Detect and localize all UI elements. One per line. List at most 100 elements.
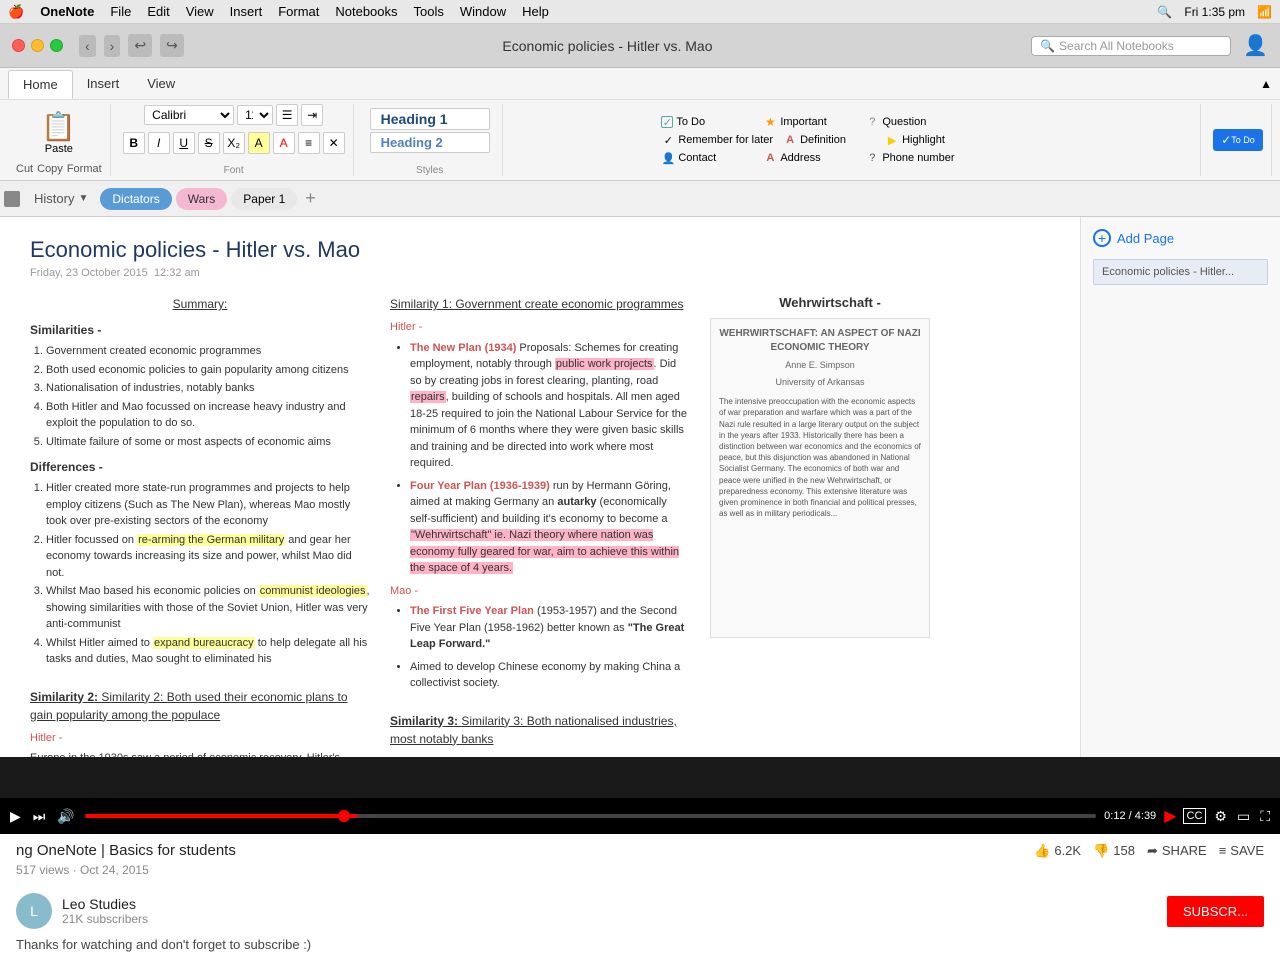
align-button[interactable]: ≡ bbox=[298, 132, 320, 154]
redo-button[interactable]: ↪ bbox=[160, 34, 184, 57]
remember-tag-label: Remember for later bbox=[678, 134, 773, 146]
highlight-public-work: public work projects bbox=[555, 358, 654, 370]
like-button[interactable]: 👍 6.2K bbox=[1034, 843, 1081, 859]
notebook-icon bbox=[4, 191, 20, 207]
sim3-hitler-label: Hitler - bbox=[390, 754, 690, 758]
list-item: Whilst Hitler aimed to expand bureaucrac… bbox=[46, 635, 370, 668]
volume-button[interactable]: 🔊 bbox=[55, 806, 76, 827]
tab-home[interactable]: Home bbox=[8, 70, 73, 99]
fullscreen-button[interactable]: ⛶ bbox=[1258, 806, 1272, 827]
address-tag[interactable]: A Address bbox=[759, 150, 859, 166]
important-tag[interactable]: ★ Important bbox=[759, 114, 859, 130]
highlight-text: re-arming the German military bbox=[137, 534, 285, 546]
tab-dictators[interactable]: Dictators bbox=[100, 188, 171, 210]
contact-tag[interactable]: 👤 Contact bbox=[657, 150, 757, 166]
skip-button[interactable]: ⏭ bbox=[31, 806, 48, 827]
list-item: Hitler created more state-run programmes… bbox=[46, 480, 370, 530]
menu-tools[interactable]: Tools bbox=[414, 4, 444, 19]
highlight-tag[interactable]: ▶ Highlight bbox=[881, 132, 981, 148]
youtube-info: ng OneNote | Basics for students 👍 6.2K … bbox=[0, 834, 1280, 885]
apple-menu[interactable]: 🍎 bbox=[8, 4, 24, 20]
undo-button[interactable]: ↩ bbox=[128, 34, 152, 57]
font-color-button[interactable]: A bbox=[273, 132, 295, 154]
bold-button[interactable]: B bbox=[123, 132, 145, 154]
question-tag[interactable]: ? Question bbox=[861, 114, 961, 130]
maximize-button[interactable] bbox=[50, 39, 63, 52]
highlight-button[interactable]: A bbox=[248, 132, 270, 154]
title-bar: ‹ › ↩ ↪ Economic policies - Hitler vs. M… bbox=[0, 24, 1280, 68]
italic-button[interactable]: I bbox=[148, 132, 170, 154]
highlight-tag-label: Highlight bbox=[902, 134, 945, 146]
close-button[interactable] bbox=[12, 39, 25, 52]
like-count: 6.2K bbox=[1054, 843, 1081, 858]
expand-ribbon[interactable]: ▲ bbox=[1260, 77, 1272, 91]
channel-info: Leo Studies 21K subscribers bbox=[62, 896, 1157, 926]
menu-help[interactable]: Help bbox=[522, 4, 549, 19]
remember-tag[interactable]: ✓ Remember for later bbox=[657, 132, 777, 148]
page-item[interactable]: Economic policies - Hitler... bbox=[1093, 259, 1268, 285]
clear-format-button[interactable]: ✕ bbox=[323, 132, 345, 154]
back-button[interactable]: ‹ bbox=[79, 35, 96, 57]
underline-button[interactable]: U bbox=[173, 132, 195, 154]
tab-insert[interactable]: Insert bbox=[73, 70, 134, 97]
todo-tag[interactable]: ✓ To Do bbox=[657, 114, 757, 130]
forward-button[interactable]: › bbox=[104, 35, 121, 57]
traffic-lights bbox=[12, 39, 63, 52]
list-style-button[interactable]: ☰ bbox=[276, 104, 298, 126]
tab-paper1[interactable]: Paper 1 bbox=[231, 188, 297, 210]
settings-button[interactable]: ⚙ bbox=[1212, 806, 1229, 827]
phone-tag[interactable]: ? Phone number bbox=[861, 150, 961, 166]
theater-button[interactable]: ▭ bbox=[1235, 806, 1252, 827]
tab-view[interactable]: View bbox=[133, 70, 189, 97]
contact-icon: 👤 bbox=[661, 151, 675, 165]
share-button[interactable]: ➦ SHARE bbox=[1147, 843, 1207, 859]
save-button[interactable]: ≡ SAVE bbox=[1219, 843, 1264, 858]
indent-button[interactable]: ⇥ bbox=[301, 104, 323, 126]
font-family-select[interactable]: Calibri bbox=[144, 105, 234, 125]
tab-wars[interactable]: Wars bbox=[176, 188, 228, 210]
question-tag-label: Question bbox=[882, 116, 926, 128]
menu-edit[interactable]: Edit bbox=[147, 4, 169, 19]
copy-button[interactable]: Copy bbox=[37, 163, 63, 175]
search-all-notebooks[interactable]: 🔍 Search All Notebooks bbox=[1031, 36, 1231, 56]
progress-bar[interactable] bbox=[85, 814, 1096, 818]
menu-insert[interactable]: Insert bbox=[230, 4, 263, 19]
menu-view[interactable]: View bbox=[186, 4, 214, 19]
menu-bar-left: 🍎 OneNote File Edit View Insert Format N… bbox=[8, 4, 549, 20]
dislike-button[interactable]: 👎 158 bbox=[1093, 843, 1135, 859]
subscript-button[interactable]: X₂ bbox=[223, 132, 245, 154]
tags-list: ✓ To Do ★ Important ? Question ✓ Remembe… bbox=[653, 110, 1053, 170]
play-button[interactable]: ▶ bbox=[8, 806, 23, 827]
cc-button[interactable]: CC bbox=[1183, 808, 1207, 824]
add-tab-button[interactable]: + bbox=[301, 188, 320, 209]
channel-avatar[interactable]: L bbox=[16, 893, 52, 929]
youtube-button[interactable]: ▶ bbox=[1164, 806, 1176, 826]
notebook-name[interactable]: History ▼ bbox=[26, 187, 96, 210]
paste-button[interactable]: 📋 Paste bbox=[37, 106, 80, 159]
time-display: 0:12 / 4:39 bbox=[1104, 810, 1156, 822]
subscribe-button[interactable]: SUBSCR... bbox=[1167, 896, 1264, 927]
format-button[interactable]: Format bbox=[67, 163, 102, 175]
strikethrough-button[interactable]: S bbox=[198, 132, 220, 154]
menu-file[interactable]: File bbox=[110, 4, 131, 19]
sim1-heading: Similarity 1: Government create economic… bbox=[390, 295, 690, 313]
dislike-count: 158 bbox=[1113, 843, 1135, 858]
list-item: Ultimate failure of some or most aspects… bbox=[46, 434, 370, 451]
menu-window[interactable]: Window bbox=[460, 4, 506, 19]
new-plan-text: The New Plan (1934) bbox=[410, 342, 516, 354]
app-name: OneNote bbox=[40, 4, 94, 19]
definition-icon: A bbox=[783, 133, 797, 147]
cut-button[interactable]: Cut bbox=[16, 163, 33, 175]
menu-format[interactable]: Format bbox=[278, 4, 319, 19]
minimize-button[interactable] bbox=[31, 39, 44, 52]
upload-date: Oct 24, 2015 bbox=[80, 863, 149, 877]
heading2-style[interactable]: Heading 2 bbox=[370, 132, 490, 153]
heading1-style[interactable]: Heading 1 bbox=[370, 108, 490, 130]
font-size-select[interactable]: 11 bbox=[237, 105, 273, 125]
user-icon[interactable]: 👤 bbox=[1243, 33, 1268, 58]
channel-name[interactable]: Leo Studies bbox=[62, 896, 1157, 912]
menu-notebooks[interactable]: Notebooks bbox=[335, 4, 397, 19]
definition-tag[interactable]: A Definition bbox=[779, 132, 879, 148]
add-page-button[interactable]: + Add Page bbox=[1093, 229, 1174, 247]
todo-button[interactable]: ✓ To Do bbox=[1213, 129, 1263, 151]
